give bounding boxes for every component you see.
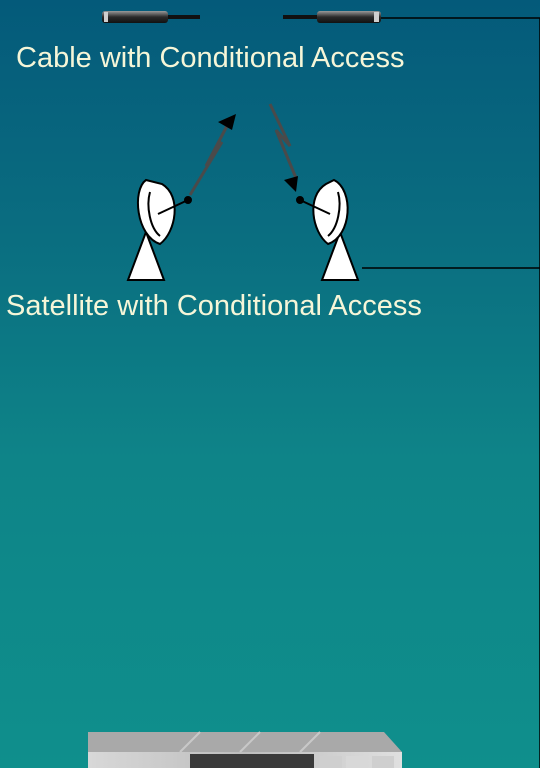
satellite-dish-right-icon xyxy=(296,178,360,281)
signal-bolt-down-icon xyxy=(268,103,298,192)
cable-connector-right-icon xyxy=(283,11,381,23)
satellite-dish-left-icon xyxy=(126,178,192,281)
receiver-box-icon xyxy=(88,731,402,768)
connection-lines xyxy=(362,17,540,768)
cable-connector-left-icon xyxy=(102,11,200,23)
diagram-canvas xyxy=(88,11,540,768)
cable-label: Cable with Conditional Access xyxy=(16,42,405,74)
signal-bolt-up-icon xyxy=(188,114,236,196)
satellite-label: Satellite with Conditional Access xyxy=(6,290,422,322)
